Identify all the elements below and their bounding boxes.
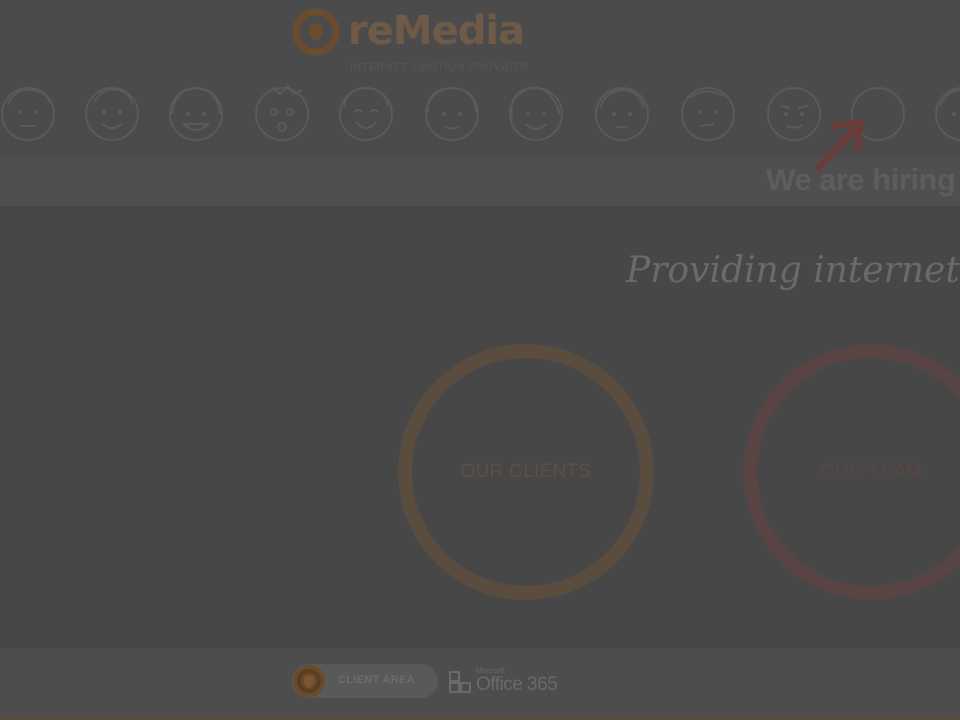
face-surprised-icon[interactable] [254,84,310,142]
face-partial-icon[interactable] [934,84,960,142]
footer-accent-line [0,716,960,720]
face-smiling-icon[interactable] [84,84,140,142]
client-area-label: CLIENT AREA [338,674,415,686]
hero-tagline: Providing internet em [626,250,960,291]
brand-tagline: INTERNET EMOTION PROVIDER [350,62,530,73]
remedia-logo-icon [292,8,340,56]
page: reMedia INTERNET EMOTION PROVIDER We are… [0,0,960,720]
brand-logo[interactable]: reMedia INTERNET EMOTION PROVIDER [292,6,532,76]
remedia-logo-icon [293,665,325,697]
our-clients-label: OUR CLIENTS [460,461,592,482]
client-area-button[interactable]: CLIENT AREA [292,664,438,698]
face-cheerful-icon[interactable] [508,84,564,142]
our-clients-link[interactable]: OUR CLIENTS [398,344,654,600]
hero-section: Providing internet em OUR CLIENTS OUR TE… [0,206,960,648]
face-happy-icon[interactable] [424,84,480,142]
office-365-label: Office 365 [476,674,558,695]
face-neutral-icon[interactable] [0,84,56,142]
brand-name: reMedia [348,8,525,54]
footer: CLIENT AREA Microsoft Office 365 [0,648,960,720]
office-365-link[interactable]: Microsoft Office 365 [448,666,568,698]
face-laughing-icon[interactable] [338,84,394,142]
face-grinning-icon[interactable] [168,84,224,142]
our-team-label: OUR TEAM [819,461,923,482]
face-calm-icon[interactable] [594,84,650,142]
arrow-up-right-icon [814,118,864,172]
our-team-link[interactable]: OUR TEAM [743,344,960,600]
face-thinking-icon[interactable] [680,84,736,142]
office-365-icon [449,671,471,693]
